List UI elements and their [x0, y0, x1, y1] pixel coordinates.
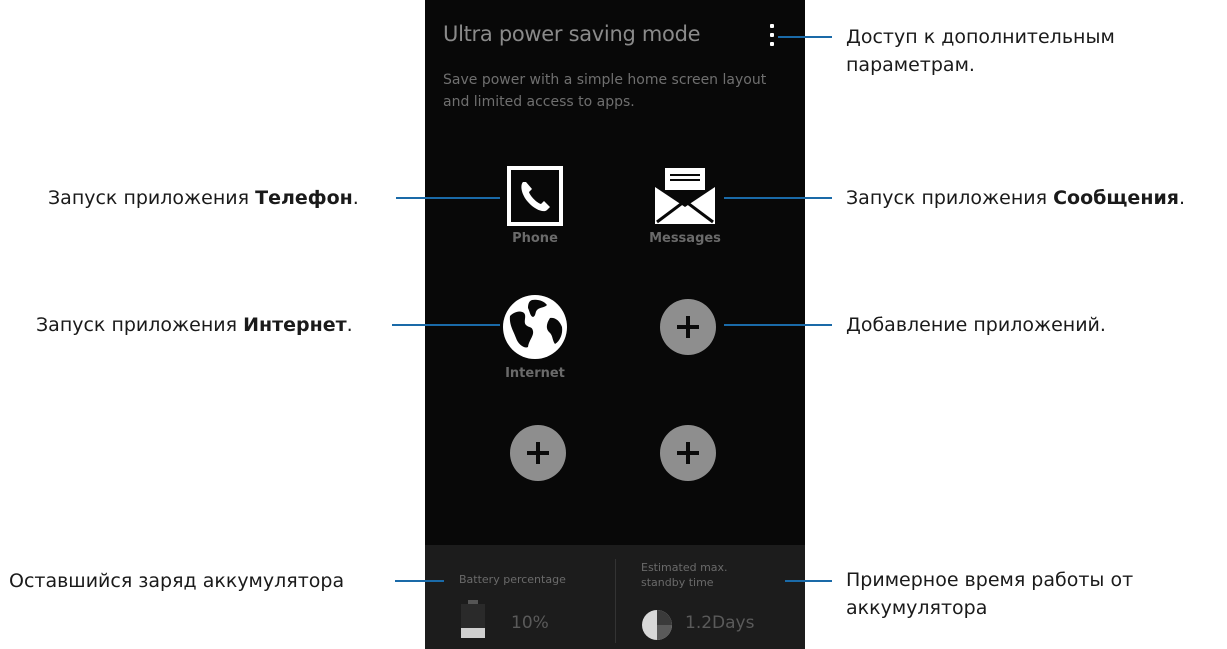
callout-messages-app-name: Сообщения: [1053, 187, 1179, 209]
divider: [615, 559, 616, 643]
callout-line-messages: [724, 197, 832, 199]
internet-app-label: Internet: [505, 366, 565, 381]
callout-phone-prefix: Запуск приложения: [48, 187, 256, 209]
callout-standby-line2: аккумулятора: [846, 597, 988, 619]
screen-title: Ultra power saving mode: [443, 22, 701, 46]
messages-app[interactable]: Messages: [625, 165, 745, 246]
callout-phone-suffix: .: [352, 187, 359, 209]
battery-percentage-value: 10%: [511, 613, 549, 633]
callout-line-phone: [396, 197, 500, 199]
callout-standby: Примерное время работы от аккумулятора: [846, 566, 1133, 622]
phone-icon: [507, 166, 563, 226]
callout-battery: Оставшийся заряд аккумулятора: [9, 567, 344, 595]
callout-internet-prefix: Запуск приложения: [36, 314, 244, 336]
callout-add-apps: Добавление приложений.: [846, 311, 1106, 339]
screen-description: Save power with a simple home screen lay…: [443, 72, 767, 110]
callout-internet: Запуск приложения Интернет.: [36, 311, 353, 339]
callout-internet-suffix: .: [346, 314, 353, 336]
envelope-icon: [655, 168, 715, 224]
standby-time-title-line2: standby time: [641, 576, 714, 589]
phone-app[interactable]: Phone: [475, 165, 595, 246]
battery-percentage-title: Battery percentage: [459, 573, 566, 586]
callout-messages-prefix: Запуск приложения: [846, 187, 1054, 209]
phone-app-label: Phone: [512, 231, 558, 246]
globe-icon: [503, 295, 567, 359]
standby-time-value: 1.2Days: [685, 613, 755, 633]
callout-messages: Запуск приложения Сообщения.: [846, 184, 1185, 212]
callout-options: Доступ к дополнительным параметрам.: [846, 23, 1115, 79]
callout-line-battery: [395, 580, 444, 582]
callout-battery-text: Оставшийся заряд аккумулятора: [9, 570, 345, 592]
callout-internet-app-name: Интернет: [243, 314, 347, 336]
callout-messages-suffix: .: [1178, 187, 1186, 209]
callout-options-line2: параметрам.: [846, 54, 975, 76]
callout-options-line1: Доступ к дополнительным: [846, 26, 1115, 48]
callout-phone-app-name: Телефон: [255, 187, 353, 209]
callout-line-add-apps: [724, 324, 832, 326]
callout-phone: Запуск приложения Телефон.: [48, 184, 359, 212]
standby-time-title: Estimated max. standby time: [641, 560, 728, 590]
callout-line-internet: [392, 324, 500, 326]
callout-standby-line1: Примерное время работы от: [846, 569, 1134, 591]
internet-app[interactable]: Internet: [475, 292, 595, 381]
battery-icon: [461, 600, 485, 638]
callout-line-options: [778, 36, 832, 38]
add-app-button[interactable]: [660, 299, 716, 355]
standby-time-title-line1: Estimated max.: [641, 561, 728, 574]
messages-app-label: Messages: [649, 231, 721, 246]
callout-line-standby: [785, 580, 832, 582]
pie-clock-icon: [642, 610, 672, 640]
callout-add-apps-text: Добавление приложений.: [846, 314, 1106, 336]
status-bar: Battery percentage 10% Estimated max. st…: [425, 545, 805, 649]
add-app-button[interactable]: [660, 425, 716, 481]
add-app-button[interactable]: [510, 425, 566, 481]
